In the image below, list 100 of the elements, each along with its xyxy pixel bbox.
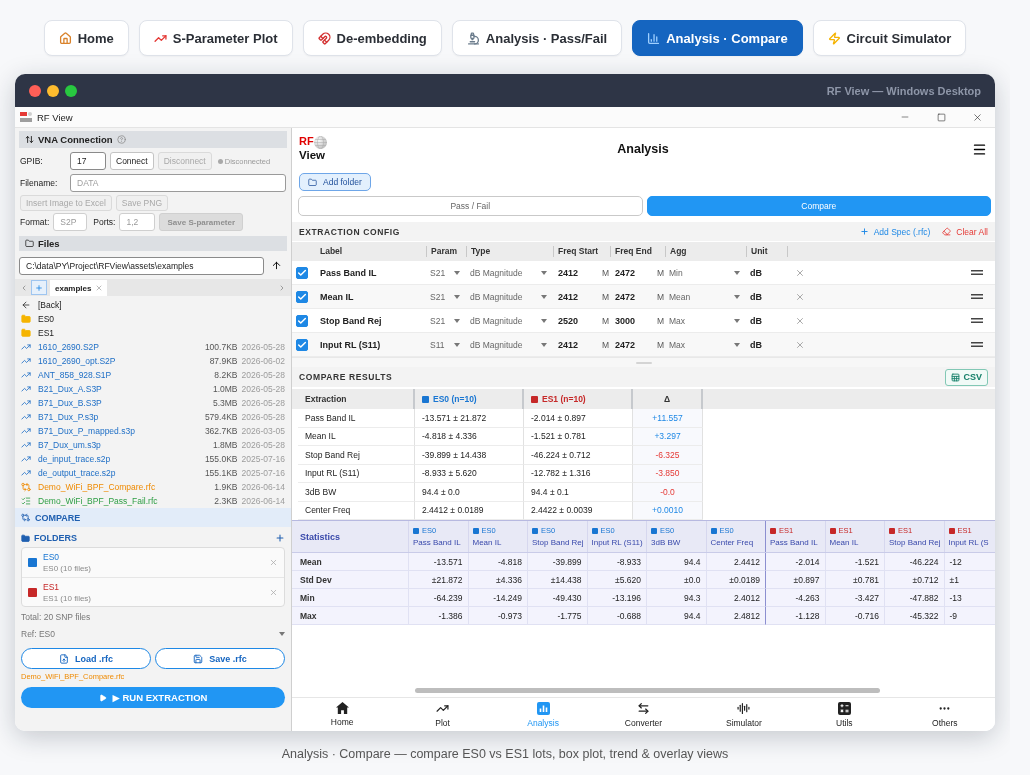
freq-start-input[interactable]: 2412 M — [553, 287, 610, 306]
filename-input[interactable]: DATA — [70, 174, 286, 192]
nav-tab[interactable]: S-Parameter Plot — [138, 20, 293, 56]
file-name[interactable]: Demo_WiFi_BPF_Pass_Fail.rfc — [38, 496, 158, 506]
save-button[interactable]: Save .rfc — [155, 648, 285, 669]
caret-icon — [541, 294, 547, 299]
close-icon[interactable] — [95, 284, 104, 292]
trace-icon — [21, 412, 31, 422]
help-icon[interactable] — [116, 135, 126, 144]
type-select[interactable]: dB Magnitude — [466, 287, 553, 306]
agg-select[interactable]: Max — [665, 311, 746, 330]
close-icon[interactable] — [971, 111, 983, 123]
section-title: VNA Connection — [38, 134, 113, 145]
file-name[interactable]: B21_Dux_A.S3P — [38, 384, 102, 394]
freq-end-input[interactable]: 2472 M — [610, 287, 665, 306]
table-cell-text: Stop Band Rej — [319, 315, 383, 326]
up-down-arrows-icon — [25, 135, 34, 144]
close-dot-icon[interactable] — [29, 84, 41, 97]
file-name[interactable]: [Back] — [38, 300, 62, 310]
section-title: EXTRACTION CONFIG — [299, 226, 400, 237]
file-name[interactable]: B71_Dux_P.s3p — [38, 412, 99, 422]
file-name[interactable]: 1610_2690_opt.S2P — [38, 356, 116, 366]
file-name[interactable]: B71_Dux_B.S3P — [38, 398, 102, 408]
table-cell: -1.386 — [408, 607, 468, 625]
maximize-dot-icon[interactable] — [65, 84, 77, 97]
up-arrow-icon[interactable] — [271, 260, 282, 271]
checkbox[interactable] — [296, 338, 308, 351]
row-header: Max — [292, 607, 408, 625]
file-name[interactable]: ANT_858_928.S1P — [38, 370, 112, 380]
close-icon[interactable] — [795, 267, 805, 278]
freq-end-input[interactable]: 3000 M — [610, 311, 665, 330]
drag-handle-icon[interactable] — [971, 294, 983, 299]
nav-tab[interactable]: Analysis · Compare — [632, 20, 803, 56]
connect-button[interactable]: Connect — [110, 152, 154, 170]
column-header: Statistics — [299, 531, 342, 542]
freq-start-input[interactable]: 2520 M — [553, 311, 610, 330]
clear-all-link[interactable]: Clear All — [942, 226, 988, 237]
unit-text: M — [601, 315, 609, 326]
drag-handle-icon[interactable] — [971, 318, 983, 323]
add-folder-button[interactable]: Add folder — [299, 173, 371, 191]
table-cell: -13.571 ± 21.872 — [415, 409, 524, 428]
type-select[interactable]: dB Magnitude — [466, 335, 553, 354]
folder-tab[interactable]: examples — [50, 280, 108, 296]
agg-select[interactable]: Min — [665, 263, 746, 282]
type-select[interactable]: dB Magnitude — [466, 263, 553, 282]
file-name[interactable]: B7_Dux_um.s3p — [38, 440, 101, 450]
house-icon — [58, 31, 72, 45]
file-name[interactable]: 1610_2690.S2P — [38, 342, 99, 352]
unit-text: M — [656, 315, 664, 326]
grip-icon[interactable] — [635, 361, 652, 364]
freq-start-input[interactable]: 2412 M — [553, 263, 610, 282]
csv-button[interactable]: CSV — [945, 368, 988, 386]
menu-icon[interactable] — [972, 141, 987, 157]
file-name[interactable]: de_output_trace.s2p — [38, 468, 116, 478]
param-select[interactable]: S21 — [426, 263, 466, 282]
file-date: 2026-03-05 — [241, 426, 285, 436]
folder-icon — [21, 533, 30, 543]
horizontal-scrollbar[interactable] — [415, 688, 880, 693]
agg-select[interactable]: Mean — [665, 287, 746, 306]
table-cell: -0.973 — [467, 607, 527, 625]
gpib-input[interactable]: 17 — [70, 152, 106, 170]
table-cell-text: Input RL (S11) — [319, 339, 382, 350]
freq-end-input[interactable]: 2472 M — [610, 335, 665, 354]
chevron-left-icon[interactable] — [20, 283, 28, 292]
checkbox[interactable] — [296, 314, 308, 327]
file-name[interactable]: ES1 — [38, 328, 55, 338]
maximize-icon[interactable] — [936, 112, 946, 122]
nav-tab[interactable]: De-embedding — [302, 20, 442, 56]
checkbox[interactable] — [296, 290, 308, 303]
param-select[interactable]: S11 — [426, 335, 466, 354]
drag-handle-icon[interactable] — [971, 270, 983, 275]
file-name[interactable]: de_input_trace.s2p — [38, 454, 111, 464]
add-spec-link[interactable]: Add Spec (.rfc) — [859, 226, 931, 237]
plus-icon[interactable] — [275, 533, 285, 543]
agg-select[interactable]: Max — [665, 335, 746, 354]
table-cell-text: Pass Band IL — [319, 267, 378, 278]
param-select[interactable]: S21 — [426, 311, 466, 330]
close-icon[interactable] — [795, 339, 805, 350]
column-header: Label — [319, 246, 344, 257]
file-name[interactable]: ES0 — [38, 314, 55, 324]
type-select[interactable]: dB Magnitude — [466, 311, 553, 330]
path-input[interactable]: C:\data\PY\Project\RFView\assets\examples — [19, 256, 264, 275]
minimize-dot-icon[interactable] — [47, 84, 59, 97]
close-icon[interactable] — [795, 315, 805, 326]
mode-tab[interactable]: Pass / Fail — [298, 196, 643, 216]
param-select[interactable]: S21 — [426, 287, 466, 306]
close-icon[interactable] — [795, 291, 805, 302]
freq-end-input[interactable]: 2472 M — [610, 263, 665, 282]
nav-tab[interactable]: Circuit Simulator — [812, 20, 967, 56]
file-name[interactable]: B71_Dux_P_mapped.s3p — [38, 426, 135, 436]
load-button[interactable]: Load .rfc — [21, 648, 151, 669]
chevron-right-icon[interactable] — [278, 283, 286, 292]
nav-tab[interactable]: Home — [43, 20, 129, 56]
ref-select[interactable]: Ref: ES0 — [21, 626, 285, 642]
nav-tab[interactable]: Analysis · Pass/Fail — [451, 20, 623, 56]
column-header: Δ — [663, 394, 671, 404]
checkbox[interactable] — [296, 266, 308, 279]
delta-cell: -0.0 — [633, 483, 703, 502]
drag-handle-icon[interactable] — [971, 342, 983, 347]
freq-start-input[interactable]: 2412 M — [553, 335, 610, 354]
